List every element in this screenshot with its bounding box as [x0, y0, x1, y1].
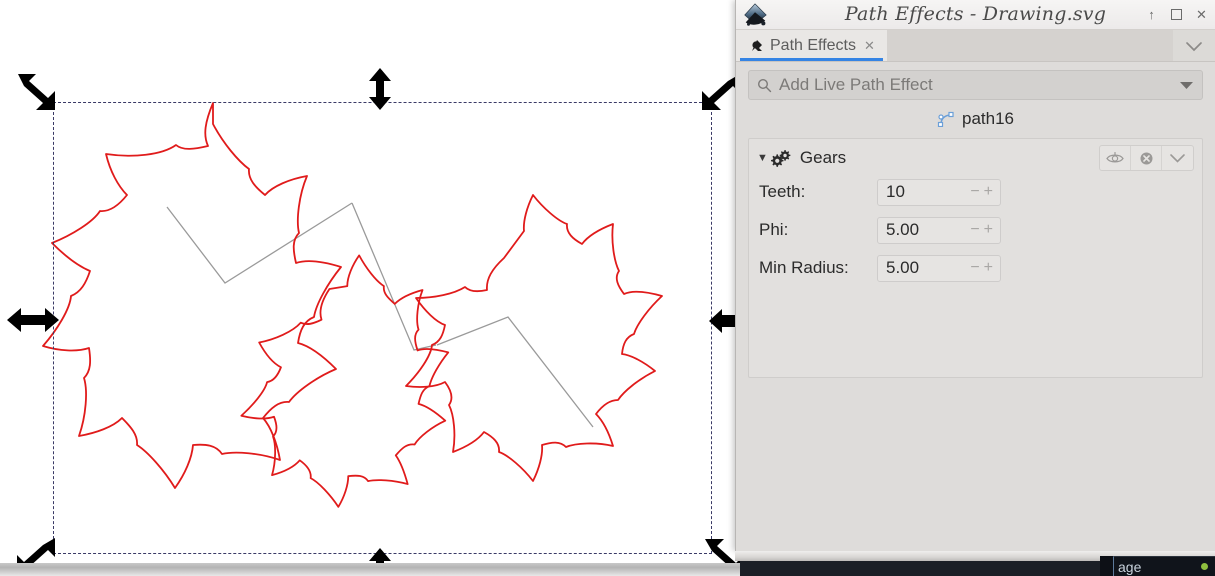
effect-name-label: Gears — [799, 148, 847, 167]
phi-spinbox[interactable]: 5.00 − + — [877, 216, 1001, 244]
close-button[interactable]: ✕ — [1194, 7, 1209, 22]
gear-small-middle — [240, 254, 450, 508]
effect-list: ▼ Gears Teeth: 10 − + Phi: 5.00 − + Min … — [748, 138, 1203, 378]
scale-handle-top-center[interactable] — [366, 68, 394, 115]
effect-actions — [1099, 145, 1194, 171]
path-effects-icon — [752, 39, 762, 51]
inkscape-canvas[interactable] — [0, 0, 740, 576]
teeth-spinbox[interactable]: 10 − + — [877, 178, 1001, 206]
toggle-visibility-button[interactable] — [1100, 146, 1131, 170]
tabstrip-filler — [886, 30, 1173, 61]
scale-handle-top-right[interactable] — [700, 70, 740, 119]
canvas-bottom-edge — [0, 563, 740, 576]
tabstrip-menu-button[interactable] — [1173, 30, 1215, 61]
effect-item-gears[interactable]: ▼ Gears Teeth: 10 − + Phi: 5.00 − + Min … — [749, 139, 1202, 297]
search-placeholder: Add Live Path Effect — [779, 75, 933, 94]
phi-value: 5.00 — [886, 220, 920, 239]
search-input[interactable]: Add Live Path Effect — [748, 70, 1203, 100]
window-buttons: ↑ ✕ — [1144, 7, 1209, 22]
min-radius-increment-button[interactable]: + — [983, 260, 994, 276]
teeth-decrement-button[interactable]: − — [969, 184, 980, 200]
min-radius-spinbox[interactable]: 5.00 − + — [877, 254, 1001, 282]
scale-handle-top-left[interactable] — [14, 70, 62, 119]
expander-icon[interactable]: ▼ — [757, 152, 768, 164]
selected-object-label: path16 — [962, 109, 1014, 128]
phi-decrement-button[interactable]: − — [969, 222, 980, 238]
gear-helper-lines — [166, 202, 594, 428]
gear-large-left — [42, 102, 342, 489]
effect-menu-button[interactable] — [1162, 146, 1193, 170]
path-effects-panel-body: Add Live Path Effect path16 ▼ Gears Teet… — [736, 62, 1215, 551]
tab-path-effects-label: Path Effects — [770, 36, 856, 54]
teeth-increment-button[interactable]: + — [983, 184, 994, 200]
path-effects-window[interactable]: Path Effects - Drawing.svg ↑ ✕ Path Effe… — [735, 0, 1215, 551]
param-row-teeth[interactable]: Teeth: 10 − + — [749, 173, 1202, 211]
gears-icon — [770, 149, 793, 167]
panel-tabstrip[interactable]: Path Effects ✕ — [736, 30, 1215, 62]
path-node-icon — [937, 111, 954, 127]
window-titlebar[interactable]: Path Effects - Drawing.svg ↑ ✕ — [736, 0, 1215, 30]
min-radius-value: 5.00 — [886, 258, 920, 277]
maximize-button[interactable] — [1169, 7, 1184, 22]
gear-right — [405, 194, 663, 482]
tab-path-effects[interactable]: Path Effects ✕ — [736, 30, 887, 61]
search-icon — [757, 78, 772, 93]
param-label-phi: Phi: — [759, 220, 789, 239]
shade-button[interactable]: ↑ — [1144, 7, 1159, 22]
param-row-min-radius[interactable]: Min Radius: 5.00 − + — [749, 249, 1202, 287]
remove-effect-button[interactable] — [1131, 146, 1162, 170]
param-row-phi[interactable]: Phi: 5.00 − + — [749, 211, 1202, 249]
selected-object-row[interactable]: path16 — [748, 104, 1203, 134]
scale-handle-middle-left[interactable] — [7, 305, 59, 340]
search-dropdown-icon[interactable] — [1179, 81, 1196, 90]
inkscape-logo-icon — [744, 2, 767, 26]
param-label-teeth: Teeth: — [759, 182, 806, 201]
effect-header[interactable]: ▼ Gears — [749, 143, 1202, 173]
background-window-text: age — [1118, 558, 1142, 575]
tab-close-icon[interactable]: ✕ — [864, 38, 875, 54]
teeth-value: 10 — [886, 182, 905, 201]
status-dot-icon — [1201, 563, 1208, 570]
background-window-edge — [1100, 556, 1114, 576]
param-label-min-radius: Min Radius: — [759, 258, 849, 277]
min-radius-decrement-button[interactable]: − — [969, 260, 980, 276]
phi-increment-button[interactable]: + — [983, 222, 994, 238]
background-window[interactable]: age — [1113, 556, 1215, 576]
